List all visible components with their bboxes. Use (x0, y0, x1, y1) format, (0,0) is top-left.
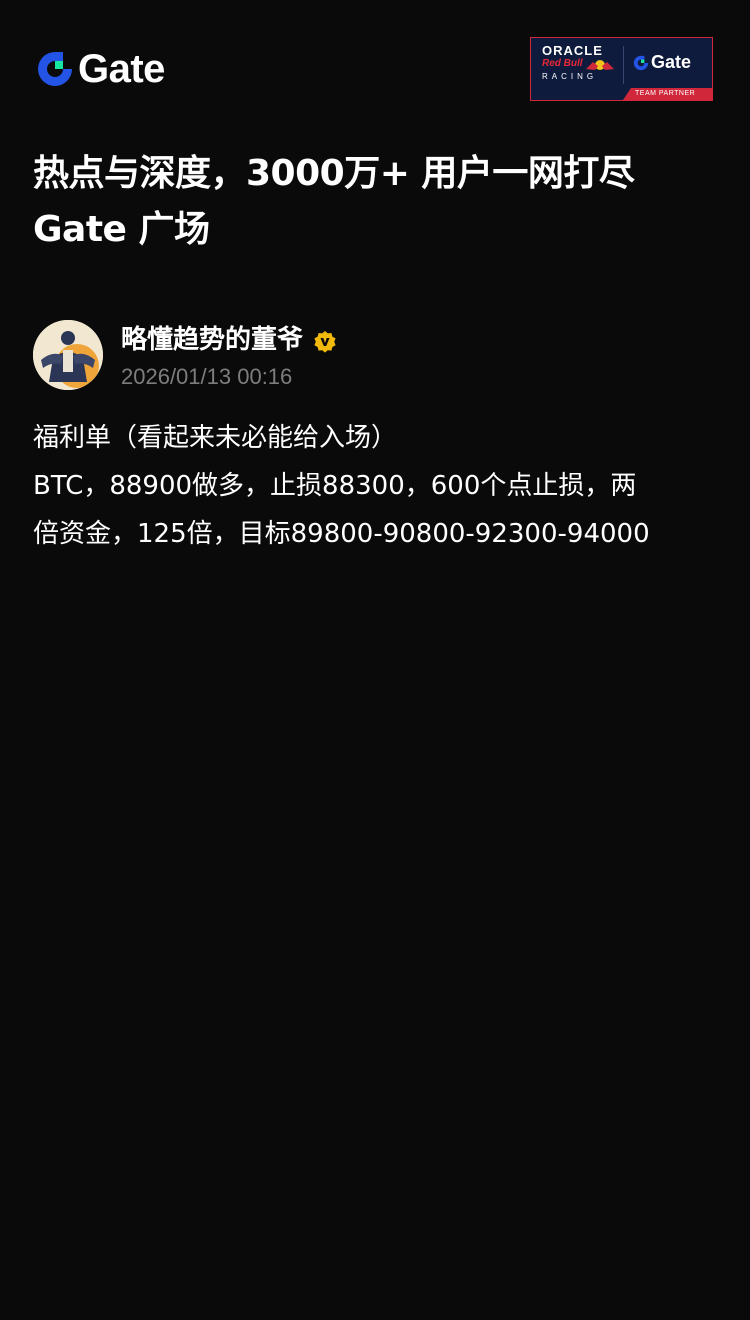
verified-badge-icon (313, 328, 337, 353)
author-name-text: 略懂趋势的董爷 (121, 325, 304, 355)
brand-name: Gate (78, 47, 165, 91)
racing-wordmark: RACING (542, 72, 598, 81)
post-line: 福利单（看起来未必能给入场） (33, 423, 398, 453)
gate-mini-icon (633, 55, 649, 70)
headline-line-2: Gate 广场 (33, 209, 210, 250)
gate-logo-icon (36, 50, 74, 88)
post-line: 倍资金，125倍，目标89800-90800-92300-94000 (33, 519, 650, 549)
post-author[interactable]: 略懂趋势的董爷 2026/01/13 00:16 (33, 320, 723, 392)
brand-logo[interactable]: Gate (36, 48, 165, 90)
badge-divider (623, 46, 624, 84)
bull-icon (585, 57, 615, 71)
post-timestamp: 2026/01/13 00:16 (121, 364, 293, 389)
author-name[interactable]: 略懂趋势的董爷 (121, 322, 337, 358)
gate-mini-text: Gate (651, 52, 692, 72)
team-partner-badge[interactable]: ORACLE Red Bull RACING Gate TEAM PARTNER (530, 37, 713, 101)
team-partner-label: TEAM PARTNER (635, 90, 696, 97)
headline-line-1: 热点与深度，3000万+ 用户一网打尽 (33, 153, 635, 194)
avatar[interactable] (33, 320, 103, 390)
header: Gate ORACLE Red Bull RACING Gate TEAM PA… (0, 0, 750, 130)
oracle-wordmark: ORACLE (542, 43, 603, 58)
post-line: BTC，88900做多，止损88300，600个点止损，两 (33, 471, 637, 501)
post-body: 福利单（看起来未必能给入场） BTC，88900做多，止损88300，600个点… (33, 414, 723, 558)
page-headline: 热点与深度，3000万+ 用户一网打尽 Gate 广场 (33, 146, 723, 258)
avatar-image (33, 320, 103, 390)
gate-mini-logo: Gate (633, 52, 691, 73)
redbull-wordmark: Red Bull (542, 58, 583, 69)
page: Gate ORACLE Red Bull RACING Gate TEAM PA… (0, 0, 750, 1320)
